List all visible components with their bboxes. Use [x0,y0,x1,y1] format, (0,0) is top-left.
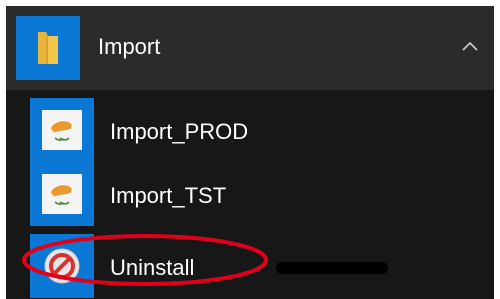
group-label: Import [98,34,161,59]
app-tile [30,98,94,162]
app-tile [30,162,94,226]
cyprus-flag-icon [42,174,82,214]
chevron-up-icon[interactable] [462,40,478,52]
folder-icon [38,32,58,64]
folder-tile [16,16,80,80]
screenshot-frame: Import Import_PROD Import_TST Uninstall [0,0,500,299]
import-group-header[interactable]: Import [6,6,494,90]
app-label: Import_TST [110,183,227,208]
redaction-bar [276,262,388,274]
cyprus-flag-icon [42,110,82,150]
app-item-import-prod[interactable]: Import_PROD [6,98,494,162]
app-label: Import_PROD [110,119,249,144]
highlight-ellipse [22,234,268,286]
app-item-import-tst[interactable]: Import_TST [6,162,494,226]
